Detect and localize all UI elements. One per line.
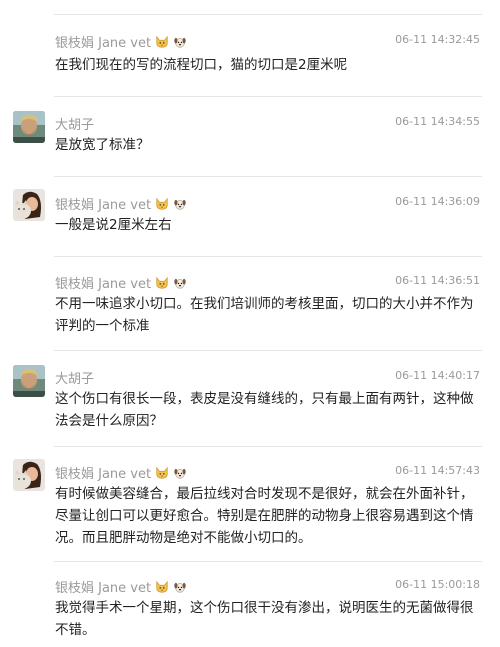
beard-man-avatar-icon (13, 111, 45, 143)
chat-message: 银枝娟 Jane vet 06-11 14:57:43 有时候做美容缝合，最后拉… (0, 446, 500, 560)
avatar[interactable] (13, 365, 45, 397)
message-text: 在我们现在的写的流程切口，猫的切口是2厘米呢 (55, 57, 348, 73)
sender-name-text[interactable]: 银枝娟 Jane vet (55, 198, 151, 213)
cat-emoji-icon (155, 35, 169, 49)
sender-name[interactable]: 银枝娟 Jane vet (55, 273, 187, 292)
cat-emoji-icon (155, 197, 169, 211)
message-timestamp: 06-11 14:36:51 (395, 274, 480, 287)
chat-history: 银枝娟 Jane vet 06-11 14:32:45 在我们现在的写的流程切口… (0, 0, 500, 647)
message-timestamp: 06-11 14:32:45 (395, 33, 480, 46)
sender-name[interactable]: 银枝娟 Jane vet (55, 463, 187, 482)
avatar[interactable] (13, 111, 45, 143)
cat-emoji-icon (155, 276, 169, 290)
message-timestamp: 06-11 14:36:09 (395, 195, 480, 208)
sender-name[interactable]: 银枝娟 Jane vet (55, 577, 187, 596)
sender-name-text[interactable]: 大胡子 (55, 372, 94, 387)
woman-with-cat-avatar-icon (13, 189, 45, 221)
dog-emoji-icon (173, 466, 187, 480)
chat-message: 银枝娟 Jane vet 06-11 14:32:45 在我们现在的写的流程切口… (0, 14, 500, 92)
sender-name-text[interactable]: 银枝娟 Jane vet (55, 467, 151, 482)
sender-name-text[interactable]: 银枝娟 Jane vet (55, 36, 151, 51)
dog-emoji-icon (173, 197, 187, 211)
message-timestamp: 06-11 14:34:55 (395, 115, 480, 128)
cat-emoji-icon (155, 466, 169, 480)
avatar[interactable] (13, 189, 45, 221)
message-text: 不用一味追求小切口。在我们培训师的考核里面，切口的大小并不作为评判的一个标准 (55, 296, 474, 334)
sender-name-text[interactable]: 银枝娟 Jane vet (55, 277, 151, 292)
chat-message: 银枝娟 Jane vet 06-11 14:36:09 一般是说2厘米左右 (0, 176, 500, 256)
sender-name-text[interactable]: 大胡子 (55, 118, 94, 133)
beard-man-avatar-icon (13, 365, 45, 397)
cat-emoji-icon (155, 580, 169, 594)
message-text: 有时候做美容缝合，最后拉线对合时发现不是很好，就会在外面补针，尽量让创口可以更好… (55, 486, 474, 546)
sender-name[interactable]: 银枝娟 Jane vet (55, 32, 187, 51)
message-text: 一般是说2厘米左右 (55, 217, 172, 233)
chat-message: 大胡子 06-11 14:34:55 是放宽了标准？ (0, 96, 500, 180)
message-text: 我觉得手术一个星期，这个伤口很干没有渗出，说明医生的无菌做得很不错。 (55, 600, 474, 638)
sender-name[interactable]: 银枝娟 Jane vet (55, 194, 187, 213)
dog-emoji-icon (173, 276, 187, 290)
avatar[interactable] (13, 459, 45, 491)
chat-message: 银枝娟 Jane vet 06-11 15:00:18 我觉得手术一个星期，这个… (0, 561, 500, 647)
sender-name-text[interactable]: 银枝娟 Jane vet (55, 581, 151, 596)
message-text: 这个伤口有很长一段，表皮是没有缝线的，只有最上面有两针，这种做法会是什么原因？ (55, 391, 474, 429)
dog-emoji-icon (173, 580, 187, 594)
message-text: 是放宽了标准？ (55, 137, 150, 153)
message-timestamp: 06-11 15:00:18 (395, 578, 480, 591)
chat-message: 大胡子 06-11 14:40:17 这个伤口有很长一段，表皮是没有缝线的，只有… (0, 350, 500, 446)
dog-emoji-icon (173, 35, 187, 49)
chat-message: 银枝娟 Jane vet 06-11 14:36:51 不用一味追求小切口。在我… (0, 256, 500, 356)
message-timestamp: 06-11 14:57:43 (395, 464, 480, 477)
sender-name[interactable]: 大胡子 (55, 114, 94, 133)
woman-with-cat-avatar-icon (13, 459, 45, 491)
sender-name[interactable]: 大胡子 (55, 368, 94, 387)
message-timestamp: 06-11 14:40:17 (395, 369, 480, 382)
